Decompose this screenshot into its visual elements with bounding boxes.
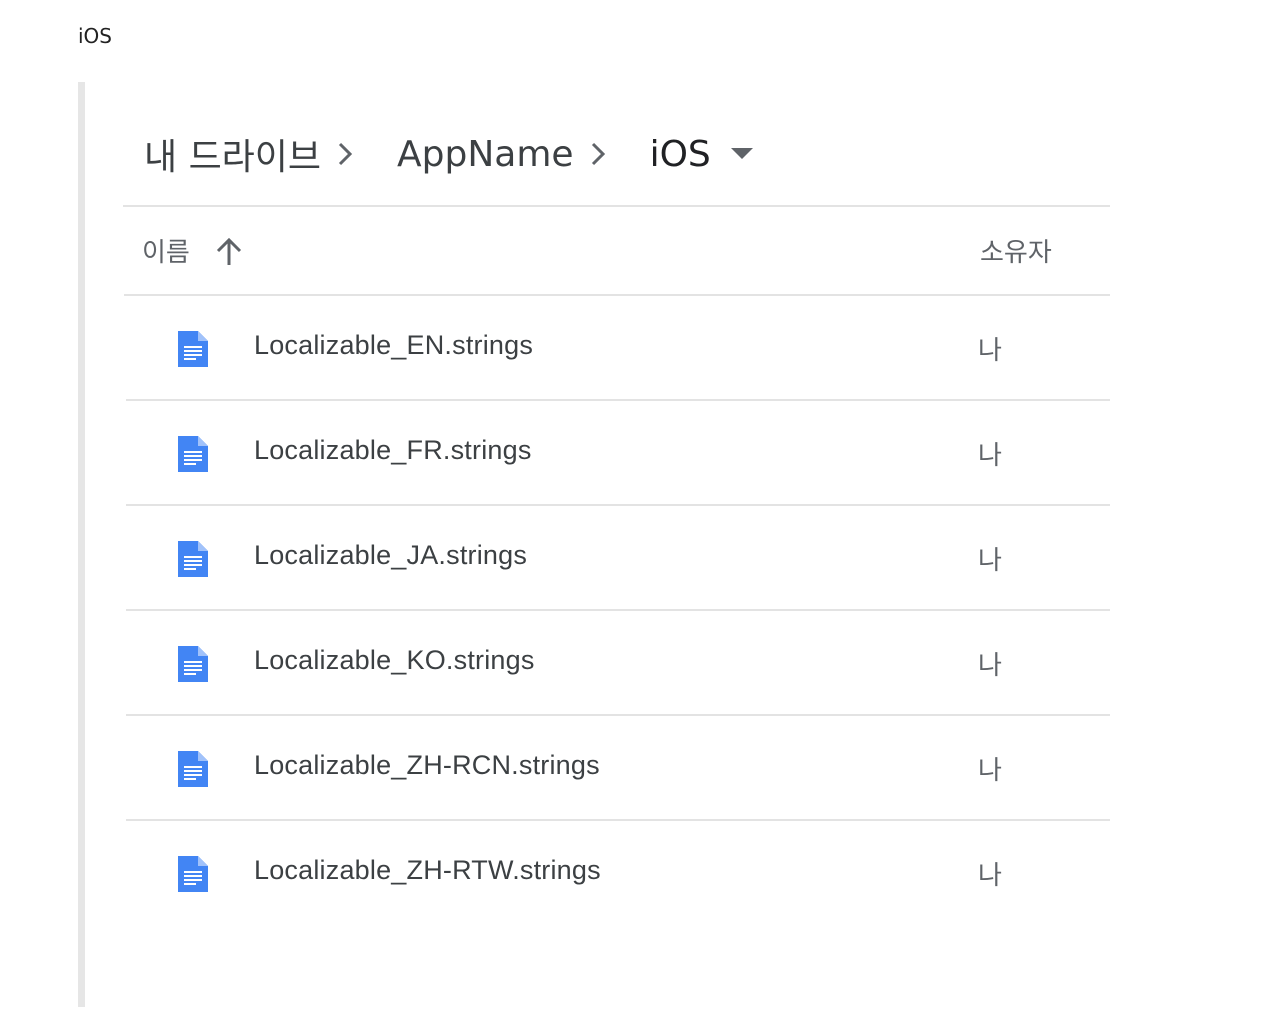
file-owner: 나 — [978, 441, 1002, 471]
file-row[interactable]: Localizable_ZH-RTW.strings 나 — [126, 821, 1110, 924]
document-icon — [178, 436, 208, 472]
file-name: Localizable_ZH-RCN.strings — [254, 750, 600, 780]
column-header-name-label: 이름 — [142, 238, 190, 268]
caption-text: iOS — [78, 24, 112, 48]
file-name: Localizable_KO.strings — [254, 645, 535, 675]
column-header-name[interactable]: 이름 — [142, 232, 244, 269]
quote-bar — [78, 82, 85, 1007]
file-owner: 나 — [978, 861, 1002, 891]
document-icon — [178, 646, 208, 682]
breadcrumb-item-appname[interactable]: AppName — [397, 134, 574, 175]
file-list: Localizable_EN.strings 나 Localizable_FR.… — [126, 296, 1110, 924]
file-name: Localizable_EN.strings — [254, 330, 534, 360]
breadcrumb-item-my-drive[interactable]: 내 드라이브 — [144, 128, 321, 180]
file-owner: 나 — [978, 651, 1002, 681]
file-owner: 나 — [978, 756, 1002, 786]
breadcrumb-divider — [123, 205, 1110, 207]
caret-down-icon[interactable] — [730, 134, 755, 174]
document-icon — [178, 751, 208, 787]
chevron-right-icon — [574, 134, 650, 174]
file-row[interactable]: Localizable_FR.strings 나 — [126, 401, 1110, 506]
column-header-owner[interactable]: 소유자 — [980, 232, 1052, 269]
file-name: Localizable_FR.strings — [254, 435, 532, 465]
breadcrumb-item-ios[interactable]: iOS — [650, 134, 711, 175]
file-owner: 나 — [978, 546, 1002, 576]
chevron-right-icon — [321, 134, 397, 174]
document-icon — [178, 856, 208, 892]
file-name: Localizable_ZH-RTW.strings — [254, 855, 601, 885]
file-row[interactable]: Localizable_KO.strings 나 — [126, 611, 1110, 716]
document-icon — [178, 331, 208, 367]
file-row[interactable]: Localizable_ZH-RCN.strings 나 — [126, 716, 1110, 821]
document-icon — [178, 541, 208, 577]
file-name: Localizable_JA.strings — [254, 540, 528, 570]
file-owner: 나 — [978, 336, 1002, 366]
file-row[interactable]: Localizable_JA.strings 나 — [126, 506, 1110, 611]
breadcrumb: 내 드라이브 AppName iOS — [144, 126, 755, 182]
arrow-up-icon[interactable] — [214, 235, 244, 267]
file-row[interactable]: Localizable_EN.strings 나 — [126, 296, 1110, 401]
